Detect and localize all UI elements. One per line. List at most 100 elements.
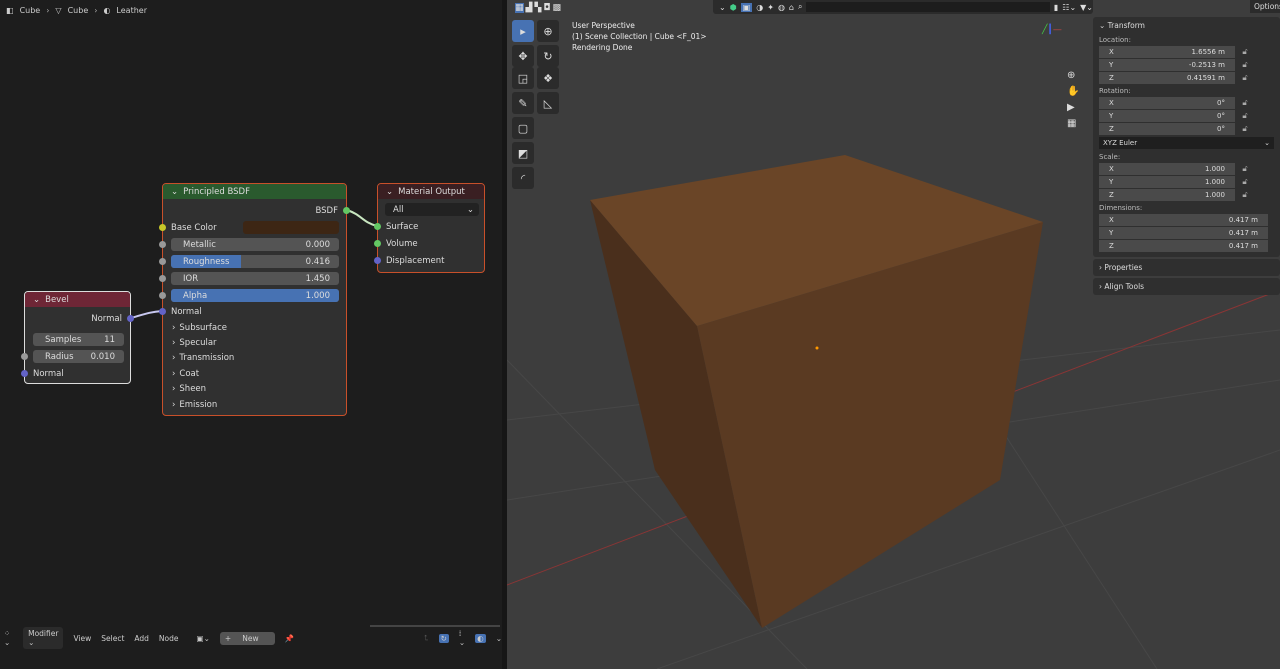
scrollbar[interactable] xyxy=(370,625,500,627)
input-socket[interactable] xyxy=(159,258,166,265)
menu-add[interactable]: Add xyxy=(134,634,149,643)
menu-node[interactable]: Node xyxy=(159,634,179,643)
lock-icon[interactable]: 🔓︎ xyxy=(1235,47,1255,57)
metallic-field[interactable]: Metallic 0.000 xyxy=(171,238,339,251)
location-z-field[interactable]: Z 0.41591 m xyxy=(1099,72,1235,84)
editor-type-icon[interactable]: ⁘⌄ xyxy=(4,629,13,647)
lock-icon[interactable]: 🔓︎ xyxy=(1235,124,1255,134)
input-socket[interactable] xyxy=(159,241,166,248)
transform-tool[interactable]: ❖ xyxy=(537,67,559,89)
camera-icon[interactable]: ▶ xyxy=(1067,102,1079,113)
scale-y-field[interactable]: Y 1.000 xyxy=(1099,176,1235,188)
surface-socket[interactable] xyxy=(374,223,381,230)
select-box-tool[interactable]: ▸ xyxy=(512,20,534,42)
outliner-icon[interactable]: ☷⌄ xyxy=(1062,3,1076,12)
zoom-icon[interactable]: ⊕ xyxy=(1067,70,1079,81)
filter-icon[interactable]: ▼⌄ xyxy=(1080,3,1093,12)
input-socket[interactable] xyxy=(159,224,166,231)
shader-editor[interactable]: ◧ Cube › ▽ Cube › ◐ Leather ⌄ Principled BSDF … xyxy=(0,0,502,669)
input-socket[interactable] xyxy=(159,292,166,299)
roughness-field[interactable]: Roughness 0.416 xyxy=(171,255,339,268)
rotation-mode-dropdown[interactable]: XYZ Euler ⌄ xyxy=(1099,137,1274,149)
move-tool[interactable]: ✥ xyxy=(512,45,534,67)
node-header[interactable]: ⌄ Bevel xyxy=(25,292,130,307)
radius-socket[interactable] xyxy=(21,353,28,360)
overlay-icon[interactable]: ◐ xyxy=(475,633,486,643)
normal-input-socket[interactable] xyxy=(21,370,28,377)
cursor-tool[interactable]: ⊕ xyxy=(537,20,559,42)
lock-icon[interactable]: 🔓︎ xyxy=(1235,73,1255,83)
measure-tool[interactable]: ◺ xyxy=(537,92,559,114)
normal-output-socket[interactable] xyxy=(127,315,134,322)
brush-icon[interactable]: ⌂ xyxy=(789,3,794,12)
align-tools-panel-header[interactable]: › Align Tools xyxy=(1093,278,1280,295)
node-header[interactable]: ⌄ Material Output xyxy=(378,184,484,199)
chevron-down-icon[interactable]: ⌄ xyxy=(719,3,726,12)
select-mode-buttons[interactable]: ▦ ▟ ▚ ◘ ▩ xyxy=(515,3,561,13)
principled-bsdf-node[interactable]: ⌄ Principled BSDF BSDF Base Color Metalli… xyxy=(159,183,350,416)
parent-icon[interactable]: ⮤ xyxy=(424,633,428,643)
rotate-tool[interactable]: ↻ xyxy=(537,45,559,67)
lock-icon[interactable]: 🔓︎ xyxy=(1235,111,1255,121)
lock-icon[interactable]: 🔓︎ xyxy=(1235,98,1255,108)
dimensions-y-field[interactable]: Y 0.417 m xyxy=(1099,227,1268,239)
panel-transmission[interactable]: › Transmission xyxy=(163,352,346,365)
snap-icon[interactable]: ↻ xyxy=(438,633,449,643)
target-dropdown[interactable]: All ⌄ xyxy=(385,203,479,216)
material-output-node[interactable]: ⌄ Material Output All ⌄ Surface Volume Dis… xyxy=(374,183,485,273)
slot-icon[interactable]: ▣⌄ xyxy=(197,634,210,643)
rotation-z-field[interactable]: Z 0° xyxy=(1099,123,1235,135)
navigation-gizmo[interactable]: ╱┃— xyxy=(1042,25,1062,35)
menu-select[interactable]: Select xyxy=(101,634,124,643)
dimensions-z-field[interactable]: Z 0.417 m xyxy=(1099,240,1268,252)
light-icon[interactable]: ✦ xyxy=(767,3,774,12)
new-material-button[interactable]: + New xyxy=(219,631,275,645)
output-socket[interactable] xyxy=(343,207,350,214)
world-icon[interactable]: ◍ xyxy=(778,3,785,12)
bevel-tool[interactable]: ◜ xyxy=(512,167,534,189)
lock-icon[interactable]: 🔓︎ xyxy=(1235,190,1255,200)
input-socket[interactable] xyxy=(159,308,166,315)
alpha-field[interactable]: Alpha 1.000 xyxy=(171,289,339,302)
search-icon[interactable]: ⌕ xyxy=(798,2,802,12)
properties-panel-header[interactable]: › Properties xyxy=(1093,259,1280,276)
panel-sheen[interactable]: › Sheen xyxy=(163,383,346,396)
snap-mode-icon[interactable]: ⁞⌄ xyxy=(459,629,465,647)
mode-dropdown[interactable]: Modifier ⌄ xyxy=(23,627,64,649)
scale-x-field[interactable]: X 1.000 xyxy=(1099,163,1235,175)
volume-socket[interactable] xyxy=(374,240,381,247)
add-cube-tool[interactable]: ▢ xyxy=(512,117,534,139)
location-x-field[interactable]: X 1.6556 m xyxy=(1099,46,1235,58)
input-socket[interactable] xyxy=(159,275,166,282)
pin-icon[interactable]: 📌 xyxy=(285,634,294,643)
lock-icon[interactable]: 🔓︎ xyxy=(1235,164,1255,174)
shading-icon[interactable]: ◑ xyxy=(756,3,763,12)
panel-emission[interactable]: › Emission xyxy=(163,398,346,411)
options-button[interactable]: Options xyxy=(1250,0,1280,13)
lock-icon[interactable]: 🔓︎ xyxy=(1235,60,1255,70)
bevel-node[interactable]: ⌄ Bevel Normal Samples 11 Radius 0.010 Norm… xyxy=(21,291,134,384)
displacement-socket[interactable] xyxy=(374,257,381,264)
ior-field[interactable]: IOR 1.450 xyxy=(171,272,339,285)
panel-coat[interactable]: › Coat xyxy=(163,367,346,380)
search-input[interactable] xyxy=(806,2,1050,12)
location-y-field[interactable]: Y -0.2513 m xyxy=(1099,59,1235,71)
samples-field[interactable]: Samples 11 xyxy=(33,333,124,346)
rotation-x-field[interactable]: X 0° xyxy=(1099,97,1235,109)
transform-header[interactable]: ⌄ Transform xyxy=(1093,17,1280,34)
node-header[interactable]: ⌄ Principled BSDF xyxy=(163,184,346,199)
panel-specular[interactable]: › Specular xyxy=(163,336,346,349)
panel-subsurface[interactable]: › Subsurface xyxy=(163,321,346,334)
object-icon[interactable]: ▣ xyxy=(740,2,753,12)
extrude-tool[interactable]: ◩ xyxy=(512,142,534,164)
rotation-y-field[interactable]: Y 0° xyxy=(1099,110,1235,122)
bookmark-icon[interactable]: ▮ xyxy=(1054,3,1058,12)
radius-field[interactable]: Radius 0.010 xyxy=(33,350,124,363)
object-types-icon[interactable]: ⬢ xyxy=(730,3,737,12)
lock-icon[interactable]: 🔓︎ xyxy=(1235,177,1255,187)
hand-pan-icon[interactable]: ✋ xyxy=(1067,86,1079,97)
dimensions-x-field[interactable]: X 0.417 m xyxy=(1099,214,1268,226)
base-color-swatch[interactable] xyxy=(243,221,339,234)
grid-perspective-icon[interactable]: ▦ xyxy=(1067,118,1079,129)
scale-z-field[interactable]: Z 1.000 xyxy=(1099,189,1235,201)
